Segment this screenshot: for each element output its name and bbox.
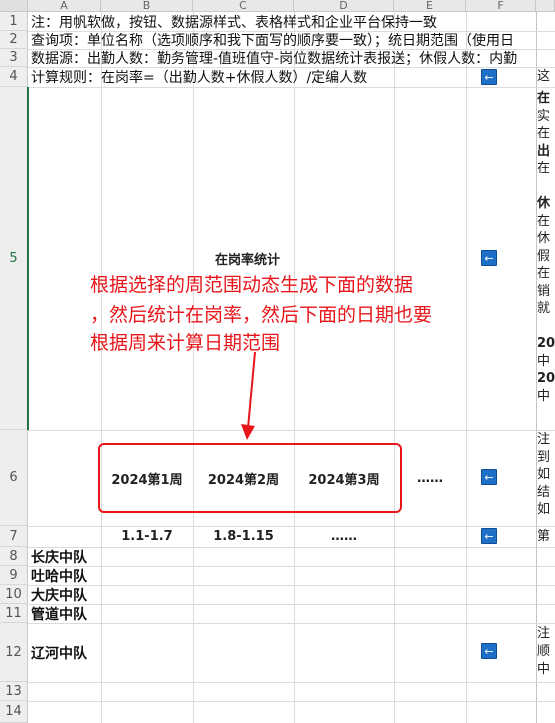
side-note-line: 到 <box>537 449 551 465</box>
row-header-9[interactable]: 9 <box>0 566 28 585</box>
gridline <box>28 604 555 605</box>
spreadsheet: A B C D E F 1 2 3 4 5 6 7 8 9 10 11 12 1… <box>0 0 555 723</box>
row-header-2[interactable]: 2 <box>0 31 28 49</box>
date-range-2[interactable]: 1.8-1.15 <box>193 526 294 547</box>
side-note-line: 出 <box>537 143 551 159</box>
unit-label[interactable]: 吐哈中队 <box>28 566 101 585</box>
side-note-line: 如 <box>537 467 551 482</box>
date-range-more[interactable]: …… <box>294 526 394 547</box>
side-note-cell[interactable]: 注 到 如 结 如 <box>537 431 555 525</box>
side-note-line: 注 <box>537 432 551 447</box>
column-header-d[interactable]: D <box>294 0 394 12</box>
gridline <box>294 12 295 723</box>
column-header-b[interactable]: B <box>101 0 193 12</box>
gridline <box>28 701 555 702</box>
gridline <box>28 566 555 567</box>
annotation-arrow <box>241 351 256 440</box>
unit-label[interactable]: 大庆中队 <box>28 585 101 604</box>
column-header-a[interactable]: A <box>28 0 101 12</box>
date-range-1[interactable]: 1.1-1.7 <box>101 526 193 547</box>
side-note-line: 顺 <box>537 644 551 659</box>
highlight-box <box>98 443 402 513</box>
row-header-4[interactable]: 4 <box>0 67 28 87</box>
gridline <box>101 12 102 723</box>
row-header-8[interactable]: 8 <box>0 547 28 566</box>
side-note-line: 休 <box>537 231 551 246</box>
unit-label[interactable]: 长庆中队 <box>28 547 101 566</box>
side-note-line: 就 <box>537 301 551 316</box>
side-note-cell[interactable]: 第 <box>537 528 555 545</box>
side-note-line: 实 <box>537 108 551 124</box>
side-note-line: 在 <box>537 91 551 106</box>
side-note-line <box>537 318 555 336</box>
gridline <box>466 12 467 723</box>
row-header-10[interactable]: 10 <box>0 585 28 604</box>
selected-row-indicator <box>27 87 29 430</box>
note-query-cell[interactable]: 查询项：单位名称（选项顺序和我下面写的顺序要一致）；统日期范围（使用日 <box>28 31 555 49</box>
unit-label[interactable]: 管道中队 <box>28 604 101 623</box>
left-arrow-icon[interactable]: ← <box>481 469 497 485</box>
gridline <box>394 12 395 723</box>
side-note-line: 20 <box>537 336 555 351</box>
side-note-line: 结 <box>537 484 551 500</box>
note-formula-cell[interactable]: 计算规则：在岗率=（出勤人数+休假人数）/定编人数 <box>28 67 466 87</box>
side-note-line: 注 <box>537 626 551 641</box>
side-note-line: 20 <box>537 371 555 386</box>
row-header-11[interactable]: 11 <box>0 604 28 623</box>
left-arrow-icon[interactable]: ← <box>481 643 497 659</box>
column-header-c[interactable]: C <box>193 0 294 12</box>
side-note-line: 假 <box>537 248 551 264</box>
column-header-e[interactable]: E <box>394 0 466 12</box>
gridline <box>193 12 194 723</box>
side-note-line: 中 <box>537 388 551 404</box>
side-note-line: 销 <box>537 283 551 299</box>
unit-label[interactable]: 辽河中队 <box>28 623 101 682</box>
side-note-line: 在 <box>537 126 551 141</box>
note-style-cell[interactable]: 注：用帆软做，按钮、数据源样式、表格样式和企业平台保持一致 <box>28 12 536 31</box>
side-note-line: 中 <box>537 353 551 369</box>
gridline <box>28 682 555 683</box>
gridline <box>28 547 555 548</box>
select-all-corner[interactable] <box>0 0 28 12</box>
row-header-12[interactable]: 12 <box>0 623 28 682</box>
left-arrow-icon[interactable]: ← <box>481 528 497 544</box>
side-note-line: 如 <box>537 502 551 517</box>
gridline <box>28 623 555 624</box>
row-header-3[interactable]: 3 <box>0 49 28 67</box>
week-header-more[interactable]: …… <box>394 430 466 526</box>
row-header-7[interactable]: 7 <box>0 526 28 547</box>
table-title[interactable]: 在岗率统计 <box>101 248 394 268</box>
side-note-line: 在 <box>537 266 551 281</box>
side-note-cell[interactable]: 注 顺 中 <box>537 625 555 681</box>
side-note-cell[interactable]: 在 实 在 出 在 休 在 休 假 在 销 就 20 中 20 中 <box>537 90 555 428</box>
annotation-line-2: ，然后统计在岗率，然后下面的日期也要 <box>90 304 433 326</box>
row-header-5[interactable]: 5 <box>0 87 28 430</box>
side-note-line: 休 <box>537 196 551 211</box>
gridline <box>28 585 555 586</box>
row-header-14[interactable]: 14 <box>0 701 28 723</box>
annotation-line-1: 根据选择的周范围动态生成下面的数据 <box>90 274 414 296</box>
row-header-13[interactable]: 13 <box>0 682 28 701</box>
side-note-line: 在 <box>537 213 551 229</box>
side-note-line: 中 <box>537 662 551 677</box>
row-header-1[interactable]: 1 <box>0 12 28 31</box>
left-arrow-icon[interactable]: ← <box>481 250 497 266</box>
column-header-f[interactable]: F <box>466 0 536 12</box>
row-header-6[interactable]: 6 <box>0 430 28 526</box>
side-note-line: 在 <box>537 161 551 176</box>
side-note-line <box>537 178 555 196</box>
column-header-g[interactable] <box>536 0 555 12</box>
left-arrow-icon[interactable]: ← <box>481 69 497 85</box>
note-datasource-cell[interactable]: 数据源：出勤人数：勤务管理-值班值守-岗位数据统计表报送；休假人数：内勤 <box>28 49 555 67</box>
side-note-cell[interactable]: 这 <box>537 68 555 85</box>
gridline <box>28 87 555 88</box>
